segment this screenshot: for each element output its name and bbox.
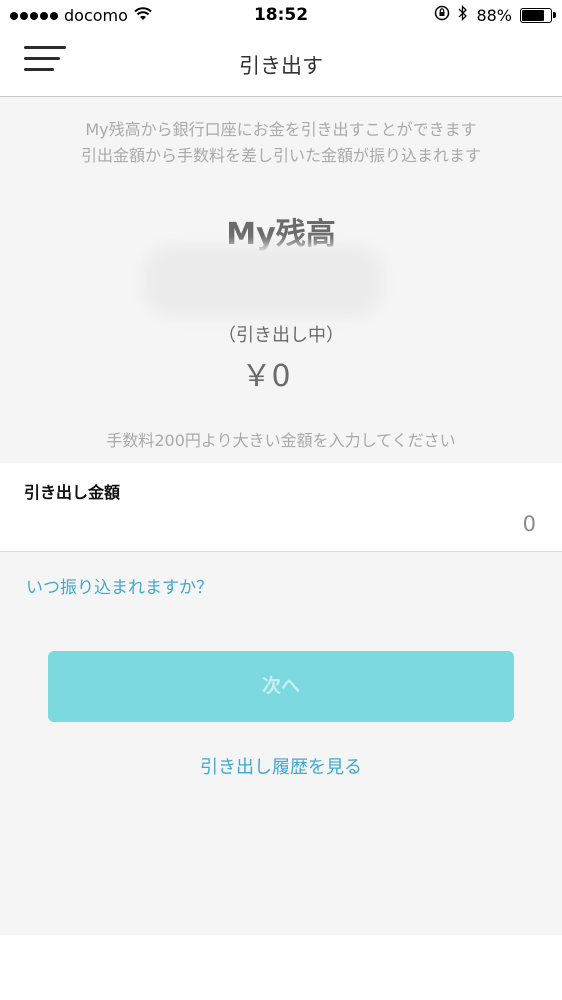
withdraw-amount-label: 引き出し金額 <box>24 483 121 502</box>
status-right: 88% <box>434 4 556 25</box>
withdraw-history-link[interactable]: 引き出し履歴を見る <box>0 753 562 779</box>
intro-line-1: My残高から銀行口座にお金を引き出すことができます <box>85 120 477 139</box>
battery-percent: 88% <box>476 5 512 25</box>
battery-icon <box>520 7 556 23</box>
intro-line-2: 引出金額から手数料を差し引いた金額が振り込まれます <box>80 146 481 165</box>
withdraw-amount-input[interactable] <box>234 511 538 537</box>
pending-value: ￥0 <box>241 359 291 394</box>
bluetooth-icon <box>458 4 468 25</box>
navigation-bar: 引き出す <box>0 32 562 97</box>
main-content: My残高から銀行口座にお金を引き出すことができます 引出金額から手数料を差し引い… <box>0 97 562 935</box>
next-button[interactable]: 次へ <box>48 651 514 722</box>
balance-amount-redacted <box>143 245 383 317</box>
transfer-timing-link[interactable]: いつ振り込まれますか？ <box>26 573 213 598</box>
fee-note: 手数料200円より大きい金額を入力してください <box>106 431 456 450</box>
status-bar: docomo 18:52 88% <box>0 0 562 32</box>
intro-text: My残高から銀行口座にお金を引き出すことができます 引出金額から手数料を差し引い… <box>0 117 562 169</box>
withdraw-amount-field: 引き出し金額 <box>0 463 562 552</box>
pending-label: （引き出し中） <box>218 325 344 346</box>
orientation-lock-icon <box>434 5 450 25</box>
page-title: 引き出す <box>239 54 323 78</box>
